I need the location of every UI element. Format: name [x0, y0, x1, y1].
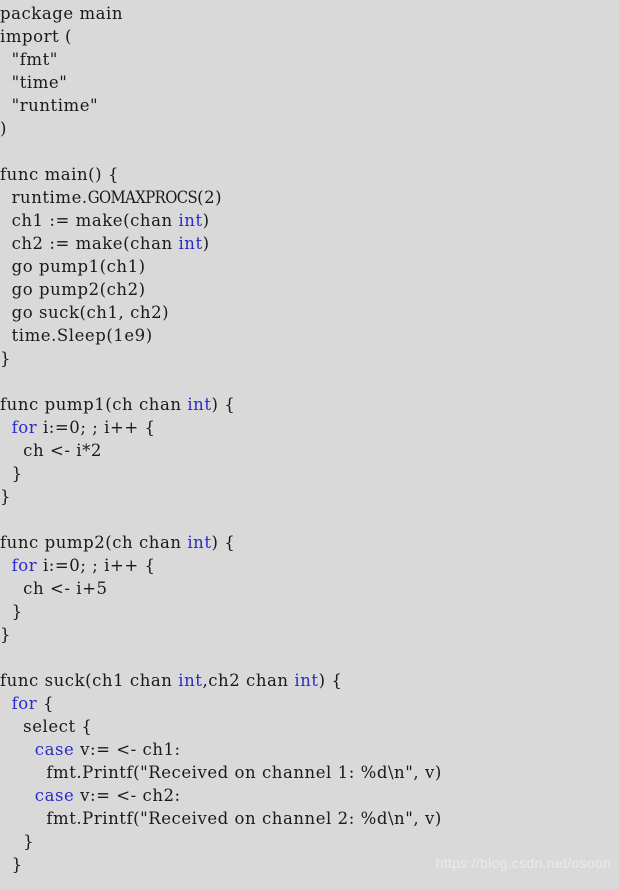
- code-line: fmt.Printf("Received on channel 2: %d\n"…: [0, 807, 619, 830]
- code-line: "time": [0, 71, 619, 94]
- code-line: go pump2(ch2): [0, 278, 619, 301]
- code-line: go suck(ch1, ch2): [0, 301, 619, 324]
- code-text: v:= <- ch1:: [74, 740, 181, 759]
- code-text: }: [0, 349, 12, 368]
- code-text: }: [0, 487, 12, 506]
- code-line: for i:=0; ; i++ {: [0, 554, 619, 577]
- code-text: func pump2(ch chan: [0, 533, 188, 552]
- code-line: }: [0, 347, 619, 370]
- code-text: func main() {: [0, 165, 120, 184]
- code-line: }: [0, 623, 619, 646]
- code-text: func suck(ch1 chan: [0, 671, 179, 690]
- code-line: fmt.Printf("Received on channel 1: %d\n"…: [0, 761, 619, 784]
- code-keyword: int: [187, 395, 212, 414]
- code-text: }: [0, 832, 35, 851]
- code-text: go suck(ch1, ch2): [0, 303, 170, 322]
- code-text: }: [0, 855, 23, 874]
- code-line: select {: [0, 715, 619, 738]
- code-text: ): [0, 119, 7, 138]
- code-keyword: case: [34, 786, 75, 805]
- code-keyword: int: [178, 671, 203, 690]
- code-text: "runtime": [0, 96, 99, 115]
- code-line: ch2 := make(chan int): [0, 232, 619, 255]
- code-keyword: for: [11, 418, 38, 437]
- code-line: func pump2(ch chan int) {: [0, 531, 619, 554]
- code-text: v:= <- ch2:: [74, 786, 181, 805]
- code-text: select {: [0, 717, 93, 736]
- code-text: ): [202, 211, 210, 230]
- code-line: func pump1(ch chan int) {: [0, 393, 619, 416]
- code-line: func suck(ch1 chan int,ch2 chan int) {: [0, 669, 619, 692]
- code-text: i:=0; ; i++ {: [37, 556, 156, 575]
- code-text: }: [0, 625, 12, 644]
- code-keyword: int: [178, 211, 203, 230]
- code-line: for {: [0, 692, 619, 715]
- code-line: ch <- i+5: [0, 577, 619, 600]
- code-keyword: case: [34, 740, 75, 759]
- code-text: ,ch2 chan: [202, 671, 295, 690]
- code-text: ch <- i+5: [0, 579, 108, 598]
- code-line: }: [0, 485, 619, 508]
- code-line: go pump1(ch1): [0, 255, 619, 278]
- code-line: runtime.GOMAXPROCS(2): [0, 186, 619, 209]
- code-line: func main() {: [0, 163, 619, 186]
- code-text: time.Sleep(1e9): [0, 326, 153, 345]
- code-text: package main: [0, 4, 124, 23]
- code-line: time.Sleep(1e9): [0, 324, 619, 347]
- code-text: ch <- i*2: [0, 441, 102, 460]
- code-line: case v:= <- ch1:: [0, 738, 619, 761]
- code-line: }: [0, 600, 619, 623]
- code-text: import (: [0, 27, 73, 46]
- code-line: ch <- i*2: [0, 439, 619, 462]
- code-keyword: int: [294, 671, 319, 690]
- code-text: }: [0, 464, 23, 483]
- code-keyword: for: [11, 556, 38, 575]
- code-text: ): [202, 234, 210, 253]
- code-text: ) {: [318, 671, 343, 690]
- code-text: ch1 := make(chan: [0, 211, 179, 230]
- code-text: fmt.Printf("Received on channel 1: %d\n"…: [0, 763, 442, 782]
- code-keyword: int: [187, 533, 212, 552]
- code-screenshot: package main import ( "fmt" "time" "runti…: [0, 0, 619, 889]
- code-text: (2): [197, 188, 223, 207]
- code-identifier-caps: GOMAXPROCS: [87, 188, 198, 207]
- code-keyword: for: [11, 694, 38, 713]
- code-line: package main: [0, 2, 619, 25]
- code-text: fmt.Printf("Received on channel 2: %d\n"…: [0, 809, 442, 828]
- code-text: ) {: [211, 533, 236, 552]
- code-text: "fmt": [0, 50, 58, 69]
- code-listing: package main import ( "fmt" "time" "runti…: [0, 0, 619, 876]
- code-line: "runtime": [0, 94, 619, 117]
- code-line: for i:=0; ; i++ {: [0, 416, 619, 439]
- code-line: "fmt": [0, 48, 619, 71]
- code-line: }: [0, 462, 619, 485]
- code-text: "time": [0, 73, 68, 92]
- code-text: i:=0; ; i++ {: [37, 418, 156, 437]
- code-text: {: [37, 694, 55, 713]
- code-text: func pump1(ch chan: [0, 395, 188, 414]
- code-line: ch1 := make(chan int): [0, 209, 619, 232]
- csdn-watermark: https://blog.csdn.net/osoon: [435, 855, 611, 871]
- code-keyword: int: [178, 234, 203, 253]
- code-text: go pump2(ch2): [0, 280, 146, 299]
- code-text: runtime.: [0, 188, 88, 207]
- code-line: case v:= <- ch2:: [0, 784, 619, 807]
- code-text: go pump1(ch1): [0, 257, 146, 276]
- code-line: ): [0, 117, 619, 140]
- code-text: ch2 := make(chan: [0, 234, 179, 253]
- code-text: }: [0, 602, 23, 621]
- code-text: ) {: [211, 395, 236, 414]
- code-line: }: [0, 830, 619, 853]
- code-line: import (: [0, 25, 619, 48]
